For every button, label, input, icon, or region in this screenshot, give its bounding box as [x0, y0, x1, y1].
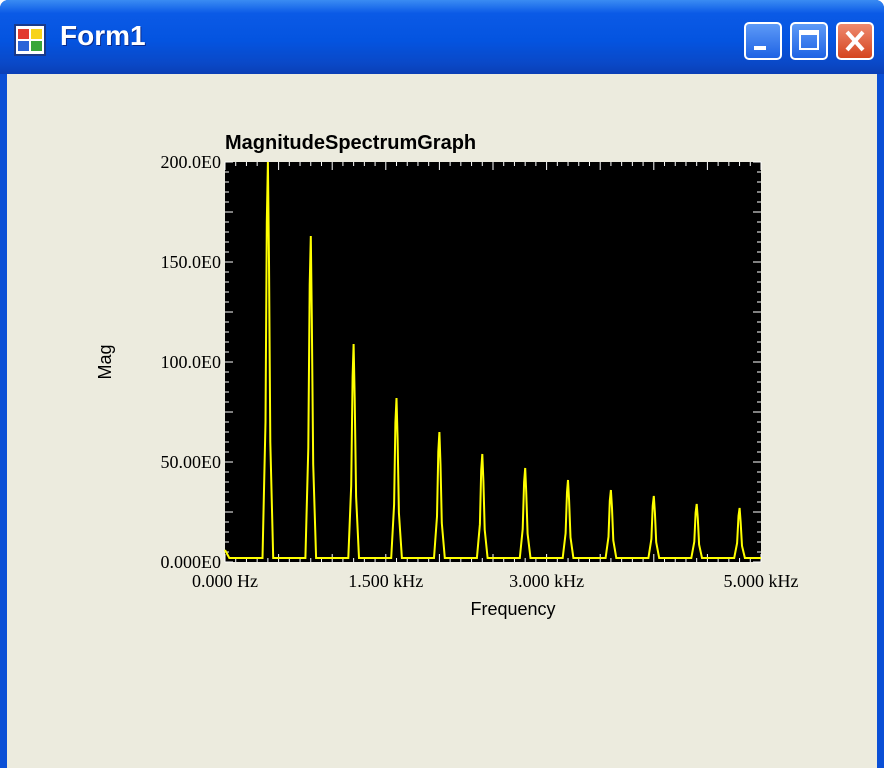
close-icon	[845, 30, 865, 52]
chart-svg: MagnitudeSpectrumGraph 0.000 Hz 1.500 kHz…	[95, 132, 799, 619]
y-tick-label: 150.0E0	[161, 252, 222, 272]
x-tick-label: 3.000 kHz	[509, 571, 584, 591]
magnitude-spectrum-graph: MagnitudeSpectrumGraph 0.000 Hz 1.500 kHz…	[7, 74, 877, 768]
close-button[interactable]	[836, 22, 874, 60]
y-tick-label: 100.0E0	[161, 352, 222, 372]
plot-area	[225, 162, 761, 562]
y-axis-label: Mag	[95, 344, 115, 379]
maximize-button[interactable]	[790, 22, 828, 60]
chart-title: MagnitudeSpectrumGraph	[225, 132, 476, 154]
maximize-icon	[799, 30, 819, 50]
window-title: Form1	[60, 20, 146, 51]
form-window-icon	[14, 24, 46, 56]
title-bar[interactable]: Form1	[0, 0, 884, 74]
x-tick-label: 1.500 kHz	[348, 571, 423, 591]
x-tick-label: 0.000 Hz	[192, 571, 258, 591]
form-client-area: MagnitudeSpectrumGraph 0.000 Hz 1.500 kHz…	[7, 74, 877, 768]
x-tick-label: 5.000 kHz	[724, 571, 799, 591]
app-window: Form1 MagnitudeSpectrumGraph 0.000 Hz 1.…	[0, 0, 884, 768]
x-axis-label: Frequency	[470, 599, 555, 619]
minimize-button[interactable]	[744, 22, 782, 60]
y-tick-label: 0.000E0	[161, 552, 222, 572]
y-tick-label: 50.00E0	[161, 452, 222, 472]
minimize-icon	[754, 46, 766, 50]
y-tick-label: 200.0E0	[161, 152, 222, 172]
